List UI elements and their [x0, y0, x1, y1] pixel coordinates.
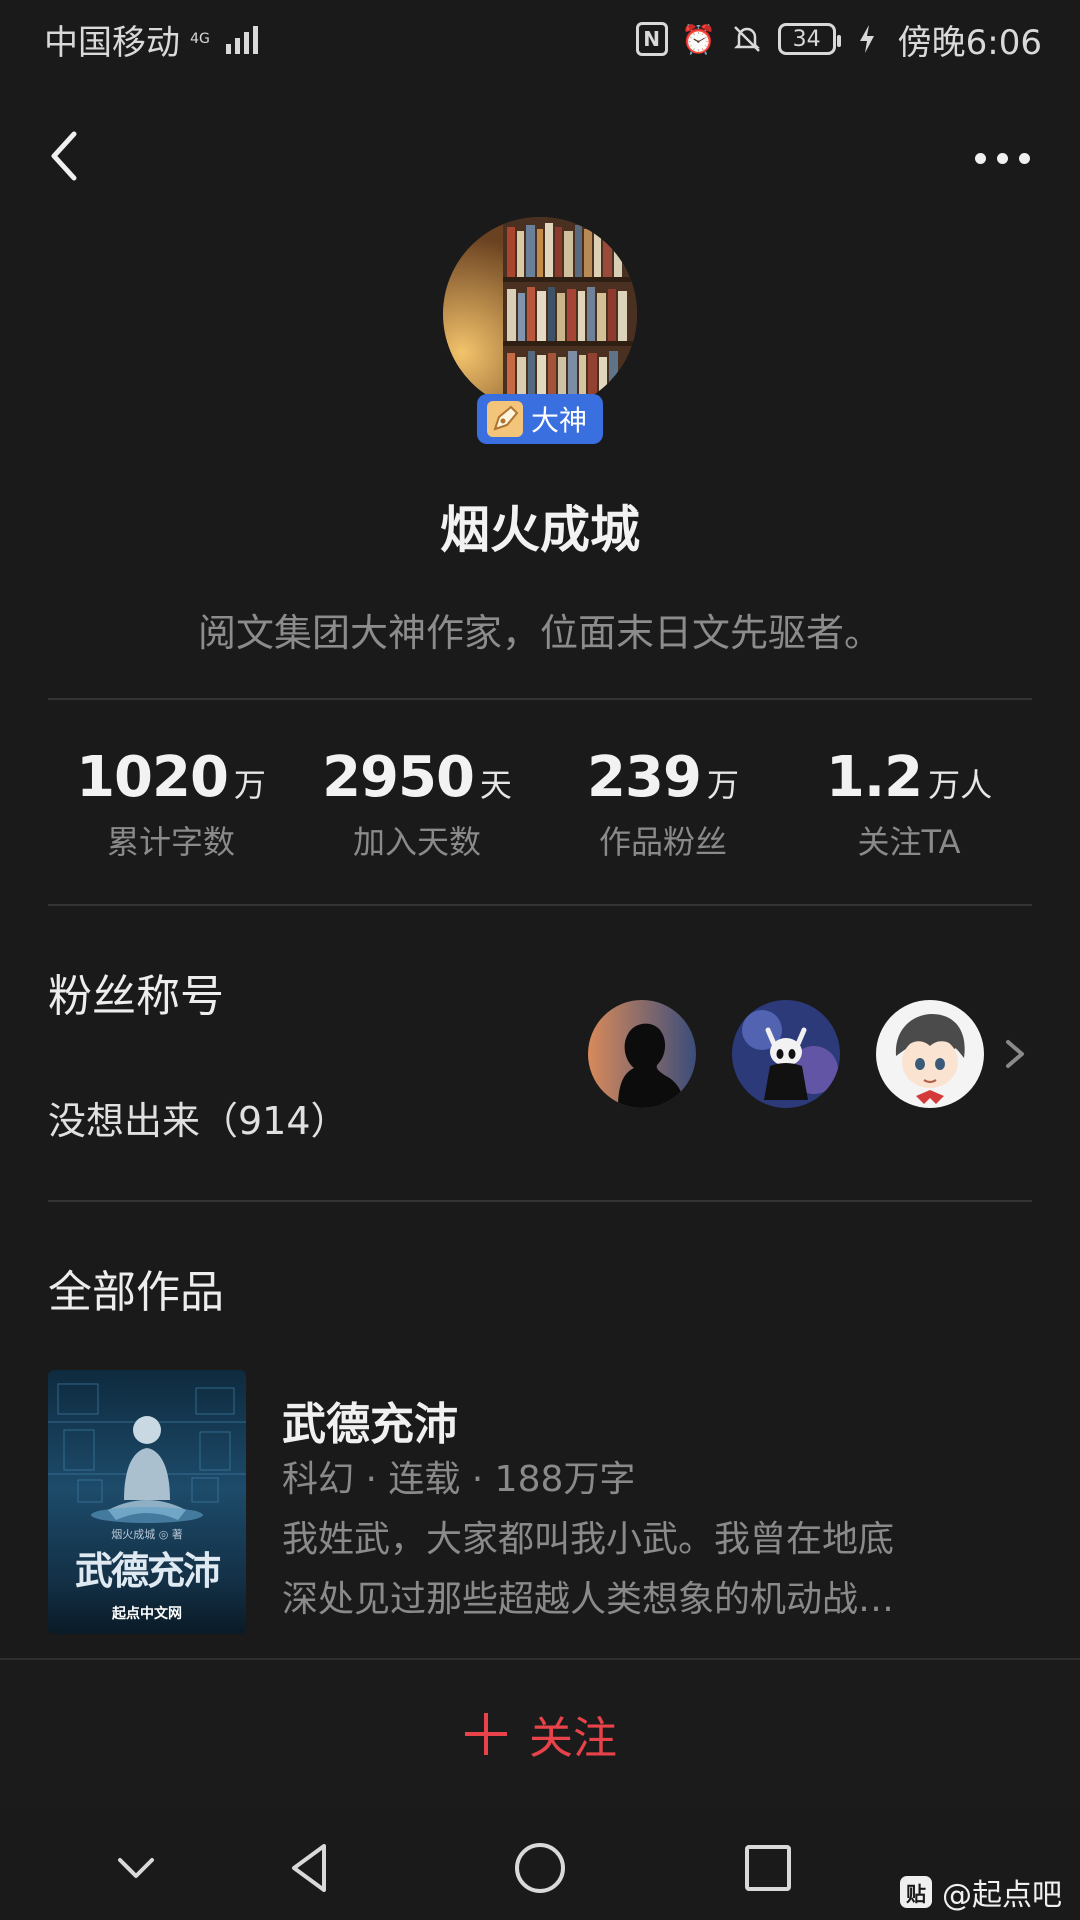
divider: [48, 698, 1032, 700]
cover-title: 武德充沛: [74, 1549, 221, 1593]
home-circle-icon[interactable]: [510, 1838, 570, 1898]
watermark: 贴 @起点吧: [900, 1870, 1062, 1914]
book-title[interactable]: 武德充沛: [282, 1388, 458, 1452]
book-item[interactable]: 烟火成城 ◎ 著 武德充沛 起点中文网 武德充沛 科幻 · 连载 · 188万字…: [48, 1370, 1032, 1634]
works-heading: 全部作品: [48, 1267, 224, 1318]
top-nav: [0, 118, 1080, 198]
signal-icon: [226, 24, 258, 54]
battery-level: 34: [792, 26, 821, 52]
watermark-text: @起点吧: [942, 1878, 1062, 1913]
author-stats: 1020 万 累计字数 2950 天 加入天数 239 万 作品粉丝 1.2 万…: [48, 745, 1032, 863]
fan-title-name[interactable]: 没想出来（914）: [48, 1090, 349, 1145]
follow-label: 关注: [529, 1713, 617, 1764]
chevron-down-icon[interactable]: [106, 1838, 166, 1898]
pen-nib-icon: [487, 401, 523, 437]
stat-value: 1020: [76, 745, 229, 810]
back-button[interactable]: [42, 126, 102, 186]
stat-unit: 万: [706, 766, 739, 804]
stat-followers[interactable]: 1.2 万人 关注TA: [786, 745, 1032, 863]
silhouette-avatar-icon: [588, 1000, 696, 1108]
carrier-label: 中国移动: [44, 22, 180, 63]
stat-unit: 万: [233, 766, 266, 804]
chevron-left-icon: [51, 131, 77, 181]
stat-label: 作品粉丝: [598, 823, 727, 861]
fan-avatar[interactable]: [732, 1000, 840, 1108]
recents-square-icon[interactable]: [738, 1838, 798, 1898]
anime-boy-avatar-icon: [876, 1000, 984, 1108]
more-dot-icon: [996, 152, 1008, 164]
mute-bell-icon: [730, 22, 764, 56]
network-type: 4G: [190, 31, 210, 47]
stat-label: 累计字数: [106, 823, 235, 861]
status-bar: 中国移动 4G N ⏰ 34 傍晚6:06: [0, 0, 1080, 78]
stat-label: 加入天数: [352, 823, 481, 861]
follow-button[interactable]: 关注: [463, 1702, 617, 1766]
master-author-badge: 大神: [477, 394, 603, 444]
stat-word-count: 1020 万 累计字数: [48, 745, 294, 863]
cover-publisher: 起点中文网: [112, 1606, 182, 1622]
knight-avatar-icon: [732, 1000, 840, 1108]
stat-days-joined: 2950 天 加入天数: [294, 745, 540, 863]
book-desc-line: 深处见过那些超越人类想象的机动战…: [282, 1579, 895, 1620]
stat-unit: 天: [479, 766, 512, 804]
charging-icon: [850, 22, 884, 56]
stat-work-fans: 239 万 作品粉丝: [540, 745, 786, 863]
chevron-right-icon[interactable]: [1000, 1034, 1030, 1074]
battery-icon: 34: [777, 23, 841, 55]
book-meta: 科幻 · 连载 · 188万字: [282, 1459, 636, 1500]
nfc-icon: N: [635, 22, 668, 56]
book-desc-line: 我姓武，大家都叫我小武。我曾在地底: [282, 1519, 895, 1560]
alarm-icon: ⏰: [681, 22, 717, 56]
more-dot-icon: [1018, 152, 1030, 164]
clock: 傍晚6:06: [897, 22, 1042, 63]
book-description: 我姓武，大家都叫我小武。我曾在地底 深处见过那些超越人类想象的机动战…: [282, 1510, 1042, 1630]
stat-value: 239: [587, 745, 702, 810]
book-cover[interactable]: 烟火成城 ◎ 著 武德充沛 起点中文网: [48, 1370, 246, 1634]
back-triangle-icon[interactable]: [280, 1838, 340, 1898]
badge-label: 大神: [531, 404, 588, 437]
fan-title-heading: 粉丝称号: [48, 971, 224, 1022]
stat-unit: 万人: [928, 766, 993, 804]
divider: [48, 1200, 1032, 1202]
follow-bar: 关注: [0, 1658, 1080, 1808]
fan-avatar[interactable]: [588, 1000, 696, 1108]
fan-avatar[interactable]: [876, 1000, 984, 1108]
author-avatar[interactable]: [443, 217, 637, 411]
fan-avatars[interactable]: [588, 1000, 1030, 1108]
bookshelf-image-icon: [443, 217, 637, 411]
stat-value: 2950: [322, 745, 475, 810]
more-dot-icon: [974, 152, 986, 164]
stat-value: 1.2: [825, 745, 923, 810]
divider: [48, 904, 1032, 906]
stat-label: 关注TA: [857, 823, 961, 861]
author-bio: 阅文集团大神作家，位面末日文先驱者。: [197, 611, 882, 655]
more-button[interactable]: [962, 128, 1042, 188]
tieba-logo-icon: 贴: [900, 1876, 932, 1908]
plus-icon: [463, 1711, 509, 1757]
author-name: 烟火成城: [440, 501, 640, 559]
